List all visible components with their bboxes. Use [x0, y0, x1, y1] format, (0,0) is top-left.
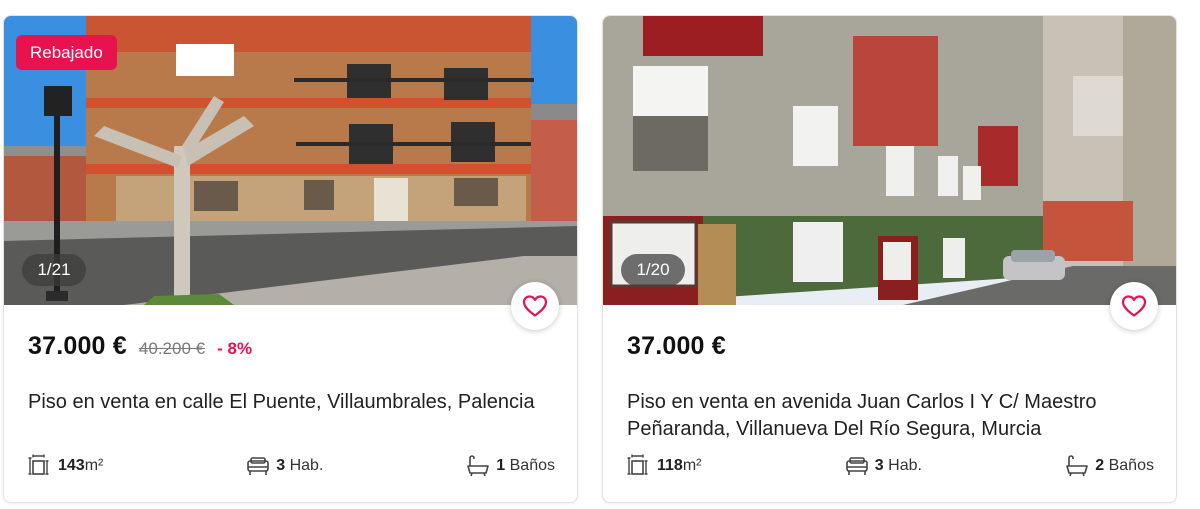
baths-unit: Baños: [1108, 457, 1154, 474]
area-unit: m²: [84, 457, 104, 474]
area-unit: m²: [682, 457, 702, 474]
favorite-button[interactable]: [1110, 282, 1158, 330]
rooms-feature: 3 Hab.: [845, 455, 922, 477]
rooms-unit: Hab.: [888, 457, 922, 474]
listing-title[interactable]: Piso en venta en calle El Puente, Villau…: [28, 389, 558, 416]
bed-icon: [845, 457, 868, 475]
rooms-feature: 3 Hab.: [246, 455, 323, 477]
price-row: 37.000 € 40.200 € - 8%: [28, 332, 252, 361]
rooms-value: 3: [874, 457, 884, 474]
area-value: 118: [657, 457, 683, 474]
area-value: 143: [58, 457, 85, 474]
old-price: 40.200 €: [138, 339, 206, 358]
price: 37.000 €: [627, 332, 726, 360]
bathtub-icon: [467, 455, 490, 477]
photo-counter: 1/21: [22, 254, 86, 286]
baths-unit: Baños: [509, 457, 555, 474]
baths-feature: 2 Baños: [1065, 454, 1154, 478]
area-feature: 118m²: [627, 454, 701, 478]
favorite-button[interactable]: [511, 282, 559, 330]
price-row: 37.000 €: [627, 332, 726, 361]
listing-card[interactable]: Rebajado 1/21 37.000 € 40.200 € - 8% Pis…: [3, 15, 578, 503]
listing-photo[interactable]: Rebajado 1/21: [4, 16, 577, 305]
listing-card[interactable]: 1/20 37.000 € Piso en venta en avenida J…: [602, 15, 1177, 503]
rooms-value: 3: [276, 457, 286, 474]
discount-badge: Rebajado: [16, 35, 117, 70]
bathtub-icon: [1066, 455, 1089, 477]
rooms-unit: Hab.: [289, 457, 324, 474]
area-feature: 143m²: [28, 454, 103, 478]
area-icon: [627, 454, 648, 475]
heart-icon: [1121, 295, 1147, 317]
baths-feature: 1 Baños: [466, 454, 555, 478]
photo-counter: 1/20: [621, 254, 685, 286]
area-icon: [28, 454, 49, 475]
baths-value: 1: [496, 457, 506, 474]
price: 37.000 €: [28, 332, 127, 360]
baths-value: 2: [1095, 457, 1105, 474]
features-row: 118m² 3 Hab. 2 Baños: [627, 452, 1154, 480]
discount-percent: - 8%: [217, 339, 253, 358]
listing-title[interactable]: Piso en venta en avenida Juan Carlos I Y…: [627, 389, 1157, 443]
listing-photo[interactable]: 1/20: [603, 16, 1176, 305]
heart-icon: [522, 295, 548, 317]
features-row: 143m² 3 Hab. 1 Baños: [28, 452, 555, 480]
bed-icon: [247, 457, 270, 475]
